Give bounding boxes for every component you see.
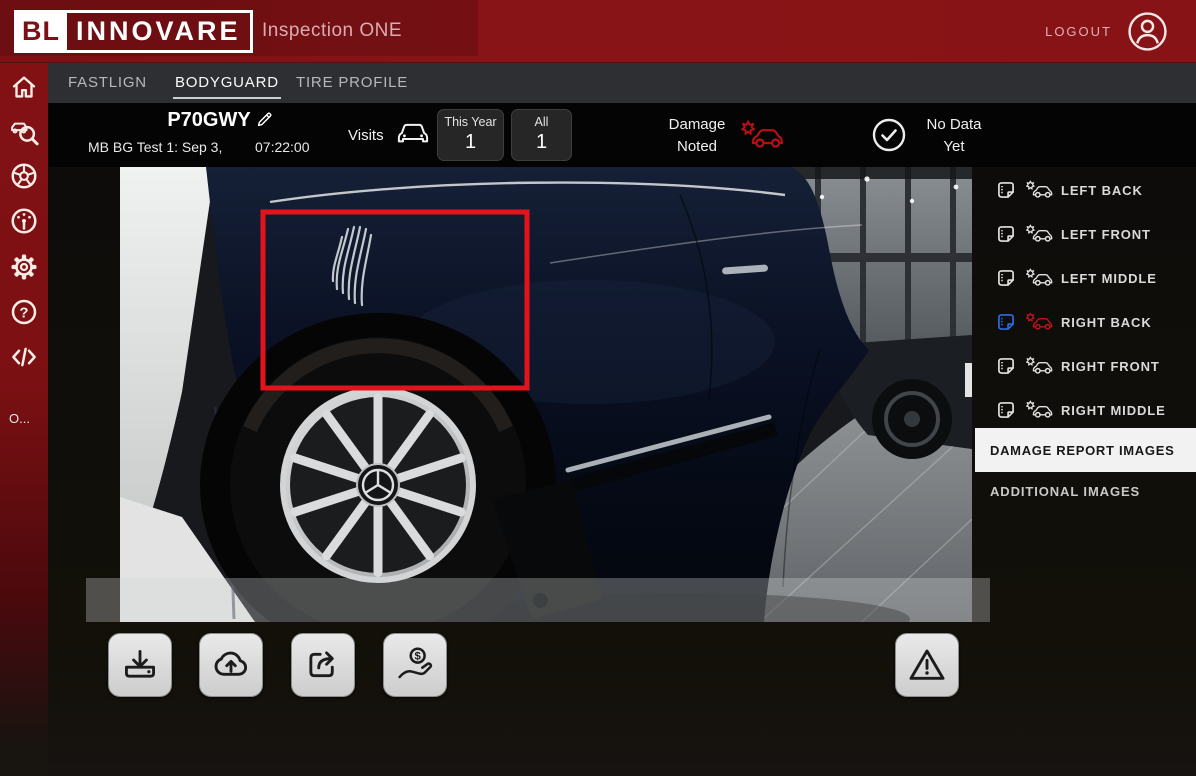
image-carousel-strip[interactable]: [86, 578, 990, 622]
damage-status-text: Damage Noted: [656, 114, 738, 158]
report-note-icon: [996, 268, 1016, 288]
page-title: Inspection ONE: [262, 20, 402, 42]
carousel-dot[interactable]: [533, 593, 548, 608]
tab-fastlign[interactable]: FASTLIGN: [68, 74, 147, 91]
visits-label: Visits: [348, 127, 384, 144]
damage-report-images-button[interactable]: DAMAGE REPORT IMAGES: [975, 428, 1196, 472]
inspection-name: MB BG Test 1: Sep 3,: [88, 139, 222, 155]
view-item-right-middle[interactable]: RIGHT MIDDLE: [975, 394, 1196, 426]
visits-car-icon: [393, 119, 433, 149]
app-root: BL INNOVARE Inspection ONE LOGOUT: [0, 0, 1196, 776]
data-status-text: No Data Yet: [914, 114, 994, 158]
counter-value: 1: [512, 131, 571, 154]
code-icon[interactable]: [9, 342, 39, 372]
views-panel: LEFT BACK LEFT FRONT LEFT MIDDLE RIGHT B…: [975, 167, 1196, 776]
payment-button[interactable]: $: [383, 633, 447, 697]
visits-this-year-counter[interactable]: This Year 1: [437, 109, 504, 161]
app-header: BL INNOVARE Inspection ONE LOGOUT: [0, 0, 1196, 63]
vehicle-photo[interactable]: [120, 167, 972, 622]
vehicle-info-bar: P70GWY MB BG Test 1: Sep 3, 07:22:00 Vis…: [48, 103, 1196, 167]
left-sidebar: ? O...: [0, 63, 48, 776]
damaged-car-icon: [738, 118, 784, 152]
damaged-car-icon: [1024, 311, 1053, 333]
view-item-left-middle[interactable]: LEFT MIDDLE: [975, 262, 1196, 294]
sidebar-overflow-label[interactable]: O...: [9, 411, 30, 426]
dollar-glyph: $: [415, 651, 422, 663]
cloud-upload-button[interactable]: [199, 633, 263, 697]
visits-all-counter[interactable]: All 1: [511, 109, 572, 161]
report-note-icon: [996, 400, 1016, 420]
plate-row: P70GWY: [133, 109, 308, 132]
additional-images-button[interactable]: ADDITIONAL IMAGES: [990, 484, 1140, 499]
export-button[interactable]: [291, 633, 355, 697]
counter-label: This Year: [438, 115, 503, 129]
view-item-right-back[interactable]: RIGHT BACK: [975, 306, 1196, 338]
damaged-car-icon: [1024, 399, 1053, 421]
counter-value: 1: [438, 131, 503, 154]
vehicle-search-icon[interactable]: [9, 117, 39, 147]
logout-button[interactable]: LOGOUT: [1045, 24, 1112, 39]
view-item-left-back[interactable]: LEFT BACK: [975, 174, 1196, 206]
damaged-car-icon: [1024, 179, 1053, 201]
tab-bodyguard[interactable]: BODYGUARD: [175, 74, 279, 91]
view-item-left-front[interactable]: LEFT FRONT: [975, 218, 1196, 250]
counter-label: All: [512, 115, 571, 129]
warning-button[interactable]: [895, 633, 959, 697]
edit-plate-icon[interactable]: [255, 110, 274, 129]
report-note-icon: [996, 312, 1016, 332]
help-icon[interactable]: ?: [9, 297, 39, 327]
gauge-icon[interactable]: [9, 206, 39, 236]
main-content: $ LEFT BACK LEFT FRONT: [48, 167, 1196, 776]
report-note-icon: [996, 180, 1016, 200]
inspection-time: 07:22:00: [255, 139, 310, 155]
plate-number: P70GWY: [167, 109, 250, 131]
check-circle-icon: [871, 117, 907, 153]
damaged-car-icon: [1024, 267, 1053, 289]
tab-tire-profile[interactable]: TIRE PROFILE: [296, 74, 408, 91]
home-icon[interactable]: [9, 72, 39, 102]
report-note-icon: [996, 224, 1016, 244]
wheel-icon[interactable]: [9, 161, 39, 191]
help-glyph: ?: [19, 305, 28, 322]
view-item-right-front[interactable]: RIGHT FRONT: [975, 350, 1196, 382]
damaged-car-icon: [1024, 355, 1053, 377]
brand-logo-innovare: INNOVARE: [67, 13, 250, 50]
download-button[interactable]: [108, 633, 172, 697]
report-note-icon: [996, 356, 1016, 376]
user-avatar-icon[interactable]: [1127, 11, 1168, 52]
brand-logo: BL INNOVARE: [14, 10, 253, 53]
settings-icon[interactable]: [9, 252, 39, 282]
brand-logo-bl: BL: [17, 13, 67, 50]
damaged-car-icon: [1024, 223, 1053, 245]
module-tabbar: FASTLIGN BODYGUARD TIRE PROFILE: [48, 63, 1196, 103]
